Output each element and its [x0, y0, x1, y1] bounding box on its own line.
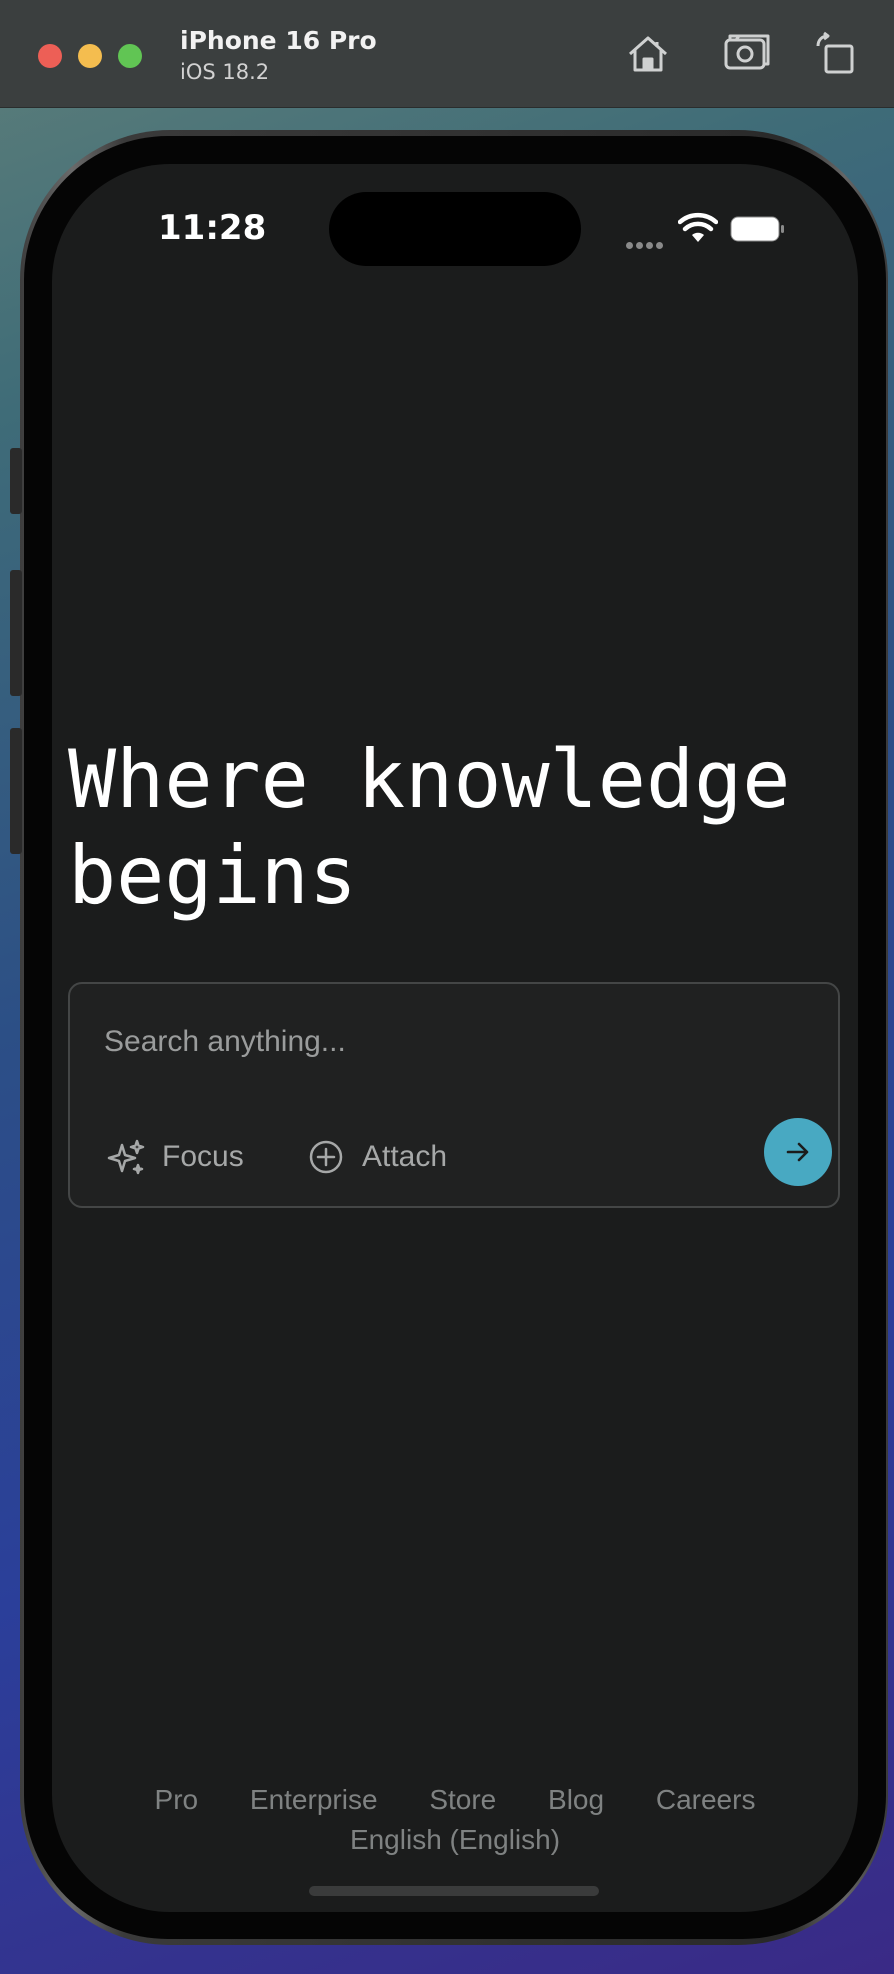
sparkles-icon: [107, 1139, 145, 1175]
home-icon[interactable]: [624, 30, 672, 78]
footer-link-blog[interactable]: Blog: [548, 1784, 604, 1816]
plus-circle-icon: [309, 1140, 343, 1174]
search-input[interactable]: [104, 1020, 704, 1064]
minimize-window-button[interactable]: [78, 44, 102, 68]
footer-link-pro[interactable]: Pro: [155, 1784, 199, 1816]
volume-up-button: [10, 570, 22, 696]
wifi-icon: [678, 212, 718, 242]
hero-title-line1: Where knowledge: [68, 733, 791, 826]
rotate-icon[interactable]: [812, 30, 860, 78]
phone-screen: 11:28 Where knowledge begins Focus: [52, 164, 858, 1912]
device-name: iPhone 16 Pro: [180, 26, 377, 55]
cellular-icon: [626, 236, 670, 249]
footer-links: Pro Enterprise Store Blog Careers: [52, 1784, 858, 1816]
footer-link-enterprise[interactable]: Enterprise: [250, 1784, 378, 1816]
focus-label: Focus: [162, 1140, 244, 1173]
action-button: [10, 448, 22, 514]
submit-button[interactable]: [764, 1118, 832, 1186]
battery-icon: [730, 216, 784, 242]
attach-label: Attach: [362, 1140, 448, 1173]
os-version: iOS 18.2: [180, 60, 270, 84]
home-indicator[interactable]: [309, 1886, 599, 1896]
footer-link-careers[interactable]: Careers: [656, 1784, 756, 1816]
search-box: Focus Attach: [68, 982, 840, 1208]
status-time: 11:28: [158, 208, 267, 248]
hero-title-line2: begins: [68, 829, 357, 922]
zoom-window-button[interactable]: [118, 44, 142, 68]
screenshot-icon[interactable]: [722, 30, 770, 78]
volume-down-button: [10, 728, 22, 854]
focus-button[interactable]: Focus: [106, 1132, 244, 1182]
footer-link-store[interactable]: Store: [429, 1784, 496, 1816]
status-icons: [626, 212, 826, 249]
dynamic-island: [329, 192, 581, 266]
language-selector[interactable]: English (English): [52, 1824, 858, 1856]
hero-title: Where knowledge begins: [68, 732, 848, 924]
close-window-button[interactable]: [38, 44, 62, 68]
attach-button[interactable]: Attach: [306, 1132, 447, 1182]
arrow-right-icon: [786, 1142, 809, 1162]
simulator-titlebar: iPhone 16 Pro iOS 18.2: [0, 0, 894, 108]
